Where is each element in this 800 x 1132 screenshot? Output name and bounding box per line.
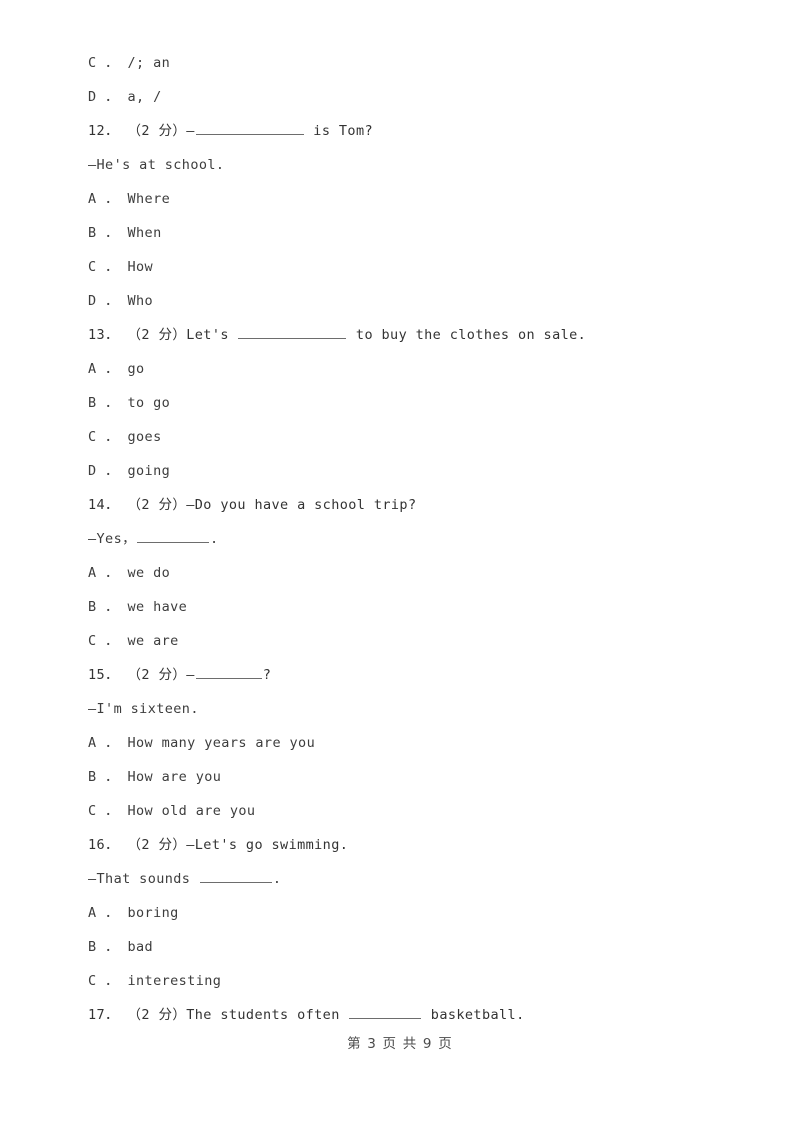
- answer-blank: [199, 869, 272, 883]
- question-text: 16． （2 分）—Let's go swimming.: [88, 837, 349, 853]
- question-stem-15: 15． （2 分）—?: [88, 658, 728, 692]
- option-row: C ． How: [88, 250, 728, 284]
- option-text: B ． to go: [88, 395, 171, 411]
- option-text: D ． Who: [88, 293, 154, 309]
- option-text: D ． going: [88, 463, 171, 479]
- option-text: A ． boring: [88, 905, 179, 921]
- question-response-15: —I'm sixteen.: [88, 692, 728, 726]
- document-page: C ． /; an D ． a, / 12． （2 分）— is Tom? —H…: [0, 0, 800, 1132]
- question-response-16: —That sounds .: [88, 862, 728, 896]
- option-row: B ． to go: [88, 386, 728, 420]
- question-suffix: ?: [262, 667, 272, 683]
- option-text: B ． bad: [88, 939, 154, 955]
- option-row: C ． interesting: [88, 964, 728, 998]
- option-row: C ． /; an: [88, 46, 728, 80]
- answer-blank: [195, 121, 304, 135]
- option-text: C ． How: [88, 259, 154, 275]
- option-row: D ． a, /: [88, 80, 728, 114]
- question-suffix: is Tom?: [304, 123, 374, 139]
- option-text: A ． we do: [88, 565, 171, 581]
- question-suffix: to buy the clothes on sale.: [347, 327, 587, 343]
- option-text: C ． goes: [88, 429, 162, 445]
- question-prefix: 13． （2 分）Let's: [88, 327, 238, 343]
- question-stem-16: 16． （2 分）—Let's go swimming.: [88, 828, 728, 862]
- option-row: A ． we do: [88, 556, 728, 590]
- option-row: A ． Where: [88, 182, 728, 216]
- option-row: D ． Who: [88, 284, 728, 318]
- question-prefix: 12． （2 分）—: [88, 123, 195, 139]
- answer-blank: [238, 325, 347, 339]
- option-row: B ． we have: [88, 590, 728, 624]
- option-row: C ． goes: [88, 420, 728, 454]
- option-text: A ． go: [88, 361, 145, 377]
- question-list: C ． /; an D ． a, / 12． （2 分）— is Tom? —H…: [88, 46, 728, 1032]
- option-row: C ． we are: [88, 624, 728, 658]
- response-prefix: —Yes，: [88, 531, 137, 547]
- option-text: B ． How are you: [88, 769, 222, 785]
- option-row: B ． When: [88, 216, 728, 250]
- question-response-12: —He's at school.: [88, 148, 728, 182]
- answer-blank: [195, 665, 262, 679]
- question-text: 14． （2 分）—Do you have a school trip?: [88, 497, 417, 513]
- question-response-14: —Yes，.: [88, 522, 728, 556]
- option-text: A ． Where: [88, 191, 171, 207]
- question-prefix: 15． （2 分）—: [88, 667, 195, 683]
- response-text: —He's at school.: [88, 157, 225, 173]
- option-row: C ． How old are you: [88, 794, 728, 828]
- option-text: A ． How many years are you: [88, 735, 316, 751]
- option-row: B ． bad: [88, 930, 728, 964]
- question-prefix: 17． （2 分）The students often: [88, 1007, 349, 1023]
- option-text: B ． When: [88, 225, 162, 241]
- option-row: A ． boring: [88, 896, 728, 930]
- question-stem-14: 14． （2 分）—Do you have a school trip?: [88, 488, 728, 522]
- option-row: A ． How many years are you: [88, 726, 728, 760]
- option-text: C ． How old are you: [88, 803, 256, 819]
- option-row: B ． How are you: [88, 760, 728, 794]
- response-prefix: —That sounds: [88, 871, 199, 887]
- page-footer: 第 3 页 共 9 页: [0, 1032, 800, 1052]
- option-text: C ． /; an: [88, 55, 171, 71]
- question-stem-12: 12． （2 分）— is Tom?: [88, 114, 728, 148]
- question-stem-13: 13． （2 分）Let's to buy the clothes on sal…: [88, 318, 728, 352]
- option-row: A ． go: [88, 352, 728, 386]
- question-suffix: basketball.: [422, 1007, 525, 1023]
- answer-blank: [137, 529, 210, 543]
- option-text: D ． a, /: [88, 89, 162, 105]
- question-stem-17: 17． （2 分）The students often basketball.: [88, 998, 728, 1032]
- response-suffix: .: [272, 871, 282, 887]
- option-text: C ． we are: [88, 633, 179, 649]
- page-number-text: 第 3 页 共 9 页: [347, 1036, 453, 1052]
- option-row: D ． going: [88, 454, 728, 488]
- response-suffix: .: [210, 531, 219, 547]
- option-text: C ． interesting: [88, 973, 222, 989]
- response-text: —I'm sixteen.: [88, 701, 199, 717]
- option-text: B ． we have: [88, 599, 188, 615]
- answer-blank: [349, 1005, 422, 1019]
